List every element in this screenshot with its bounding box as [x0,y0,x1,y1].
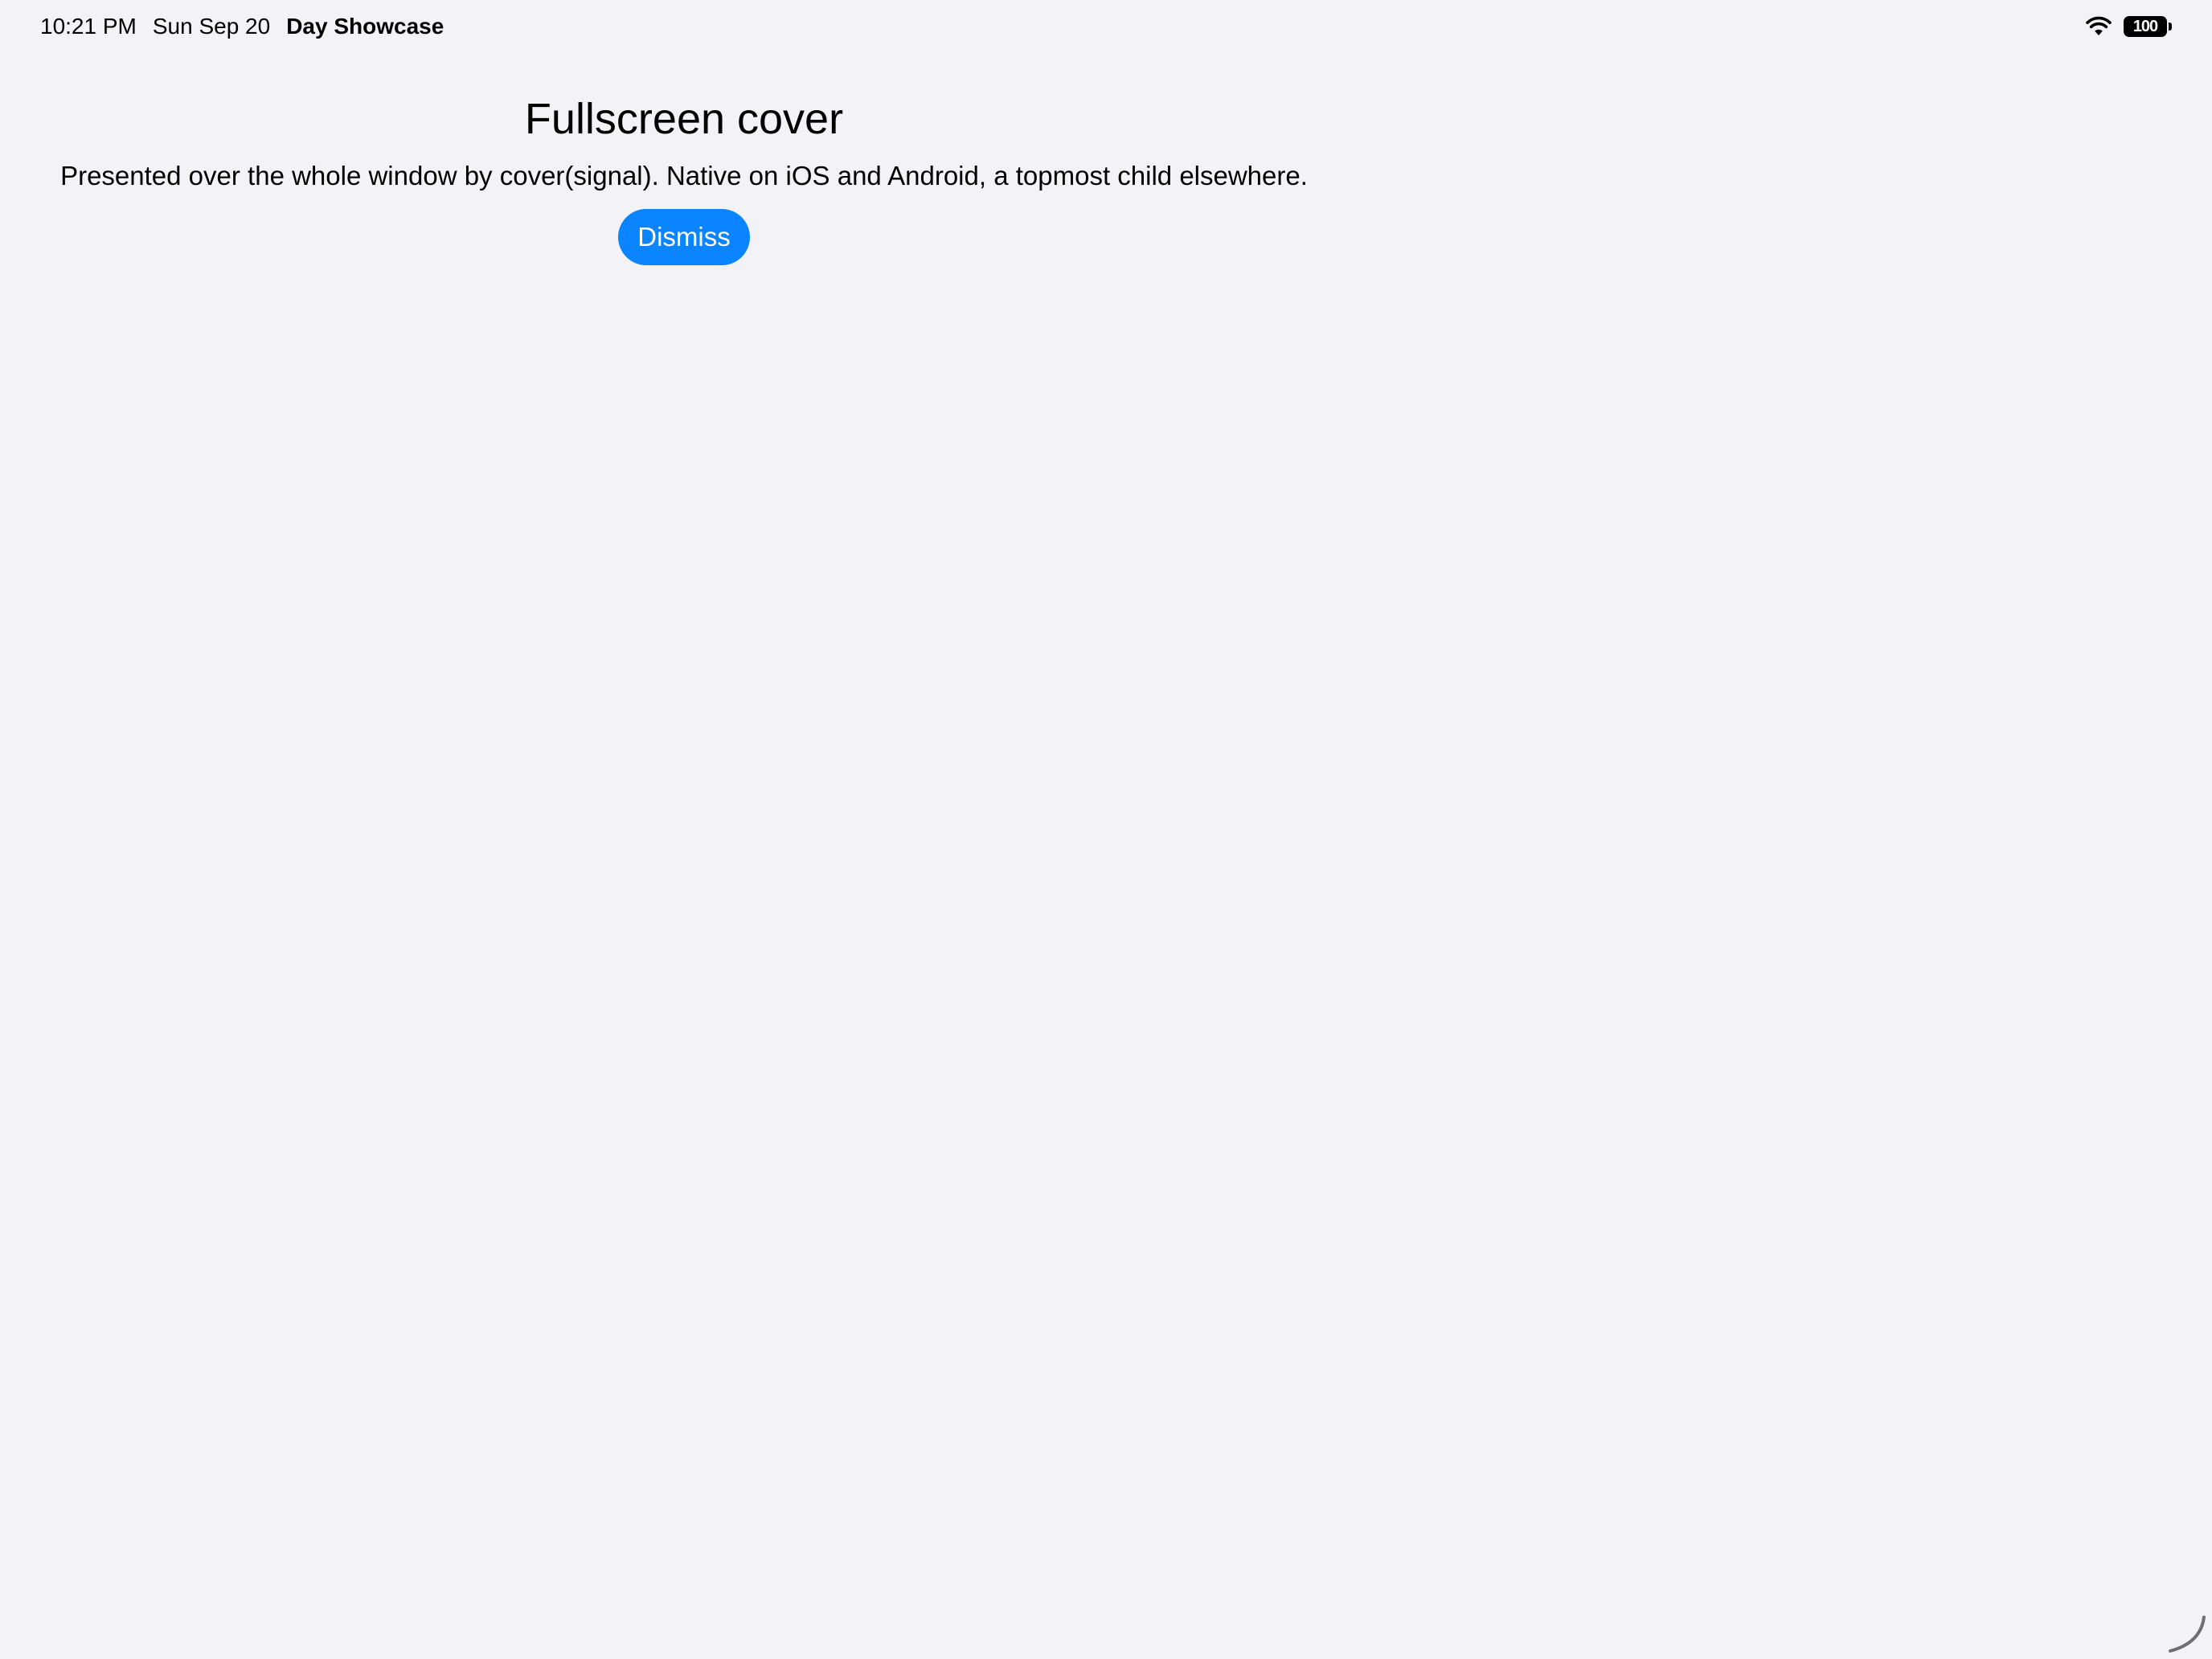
status-app-name: Day Showcase [286,14,444,39]
dismiss-button[interactable]: Dismiss [618,209,750,265]
status-bar: 10:21 PM Sun Sep 20 Day Showcase 100 [0,0,2212,53]
status-bar-right: 100 [2085,13,2172,40]
battery-cap [2169,23,2172,31]
wifi-icon [2086,16,2112,35]
window-resize-corner-icon[interactable] [2167,1614,2207,1654]
cover-description: Presented over the whole window by cover… [60,161,1308,190]
cover-title: Fullscreen cover [524,95,844,143]
status-bar-left: 10:21 PM Sun Sep 20 Day Showcase [40,11,444,42]
status-time: 10:21 PM [40,14,137,39]
battery-level: 100 [2124,16,2167,37]
dismiss-button-container: Dismiss [39,209,1329,265]
status-date: Sun Sep 20 [152,14,271,39]
battery-icon: 100 [2124,16,2172,37]
fullscreen-cover: Fullscreen cover Presented over the whol… [39,88,1329,265]
